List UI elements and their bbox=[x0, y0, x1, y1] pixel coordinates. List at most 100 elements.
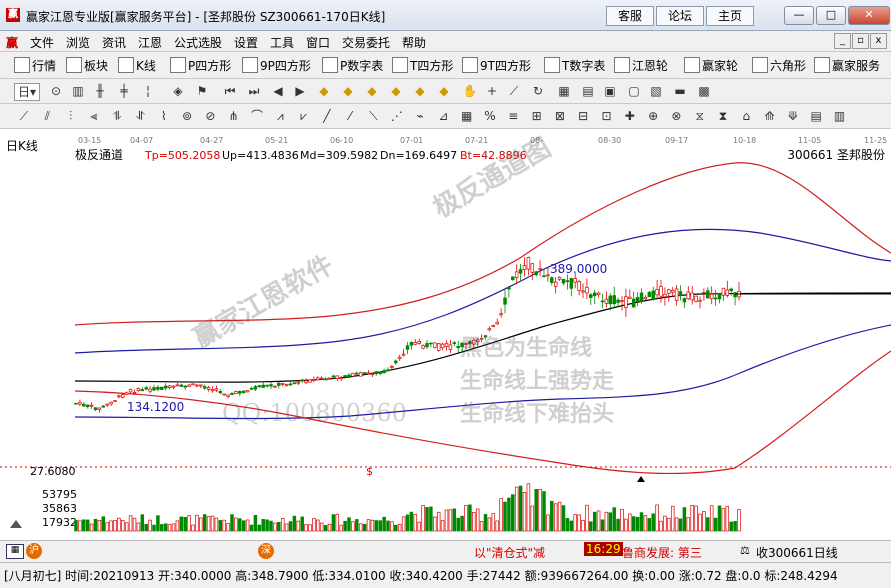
toolbar-hexagon-button[interactable]: 六角形 bbox=[752, 57, 806, 74]
candle-alt-icon[interactable]: ╪ bbox=[116, 83, 132, 99]
menu-window[interactable]: 窗口 bbox=[306, 34, 330, 51]
volume-scroll-up-icon[interactable] bbox=[10, 520, 22, 528]
first-icon[interactable]: ⏮ bbox=[222, 83, 238, 99]
draw-tool-icon[interactable]: ▦ bbox=[459, 108, 475, 124]
draw-tool-icon[interactable]: ⫶ bbox=[63, 108, 79, 124]
calc-icon[interactable]: ▣ bbox=[602, 83, 618, 99]
draw-tool-icon[interactable]: ⩗ bbox=[296, 108, 312, 124]
draw-tool-icon[interactable]: ⥯ bbox=[133, 108, 149, 124]
diamond-icon-4[interactable]: ◆ bbox=[388, 83, 404, 99]
diamond-icon-3[interactable]: ◆ bbox=[364, 83, 380, 99]
menu-gann[interactable]: 江恩 bbox=[138, 34, 162, 51]
flag-icon[interactable]: ⚑ bbox=[194, 83, 210, 99]
prev-icon[interactable]: ◀ bbox=[270, 83, 286, 99]
draw-tool-icon[interactable]: ▥ bbox=[832, 108, 848, 124]
menu-help[interactable]: 帮助 bbox=[402, 34, 426, 51]
minimize-button[interactable]: — bbox=[784, 6, 814, 25]
draw-tool-icon[interactable]: ✚ bbox=[622, 108, 638, 124]
toolbar-9ps-button[interactable]: 9P四方形 bbox=[242, 57, 311, 74]
draw-tool-icon[interactable]: ⁄ bbox=[342, 108, 358, 124]
draw-tool-icon[interactable]: ⊠ bbox=[552, 108, 568, 124]
menu-browse[interactable]: 浏览 bbox=[66, 34, 90, 51]
zoom-icon[interactable]: ⊙ bbox=[48, 83, 64, 99]
toolbar-pn-button[interactable]: P数字表 bbox=[322, 57, 383, 74]
draw-tool-icon[interactable]: % bbox=[482, 108, 498, 124]
table-icon[interactable]: ▦ bbox=[556, 83, 572, 99]
news-ticker[interactable]: 以"清仓式"减 bbox=[474, 544, 545, 561]
draw-tool-icon[interactable]: ⋰ bbox=[389, 108, 405, 124]
menu-formula-select[interactable]: 公式选股 bbox=[174, 34, 222, 51]
menu-trade[interactable]: 交易委托 bbox=[342, 34, 390, 51]
draw-tool-icon[interactable]: ⊟ bbox=[575, 108, 591, 124]
draw-tool-icon[interactable]: ╱ bbox=[319, 108, 335, 124]
menu-file[interactable]: 文件 bbox=[30, 34, 54, 51]
next-icon[interactable]: ▶ bbox=[292, 83, 308, 99]
diamond-icon-5[interactable]: ◆ bbox=[412, 83, 428, 99]
draw-tool-icon[interactable]: ⊞ bbox=[529, 108, 545, 124]
draw-tool-icon[interactable]: ⊿ bbox=[435, 108, 451, 124]
toolbar-grid-button[interactable]: 行情 bbox=[14, 57, 56, 74]
toolbar-ps-button[interactable]: P四方形 bbox=[170, 57, 231, 74]
close-button[interactable]: ✕ bbox=[848, 6, 890, 25]
draw-tool-icon[interactable]: ⧖ bbox=[692, 108, 708, 124]
draw-tool-icon[interactable]: ⌁ bbox=[412, 108, 428, 124]
draw-tool-icon[interactable]: ⫽ bbox=[39, 108, 55, 124]
crosshair-icon[interactable]: + bbox=[484, 83, 500, 99]
forum-link[interactable]: 论坛 bbox=[656, 6, 704, 26]
draw-tool-icon[interactable]: ≡ bbox=[505, 108, 521, 124]
candle-icon[interactable]: ╫ bbox=[92, 83, 108, 99]
truck-icon[interactable]: ▬ bbox=[672, 83, 688, 99]
draw-tool-icon[interactable]: ▤ bbox=[808, 108, 824, 124]
draw-tool-icon[interactable]: ⌒ bbox=[249, 108, 265, 124]
status-market-icon[interactable]: 沪 bbox=[26, 543, 42, 559]
maximize-button[interactable]: □ bbox=[816, 6, 846, 25]
mdi-close-button[interactable]: x bbox=[870, 33, 887, 49]
draw-tool-icon[interactable]: ⌂ bbox=[738, 108, 754, 124]
draw-tool-icon[interactable]: ⟍ bbox=[366, 108, 382, 124]
status-alert-icon[interactable]: 深 bbox=[258, 543, 274, 559]
mdi-restore-button[interactable]: ▫ bbox=[852, 33, 869, 49]
menu-tools[interactable]: 工具 bbox=[270, 34, 294, 51]
draw-tool-icon[interactable]: ⥮ bbox=[109, 108, 125, 124]
status-grid-icon[interactable]: ▦ bbox=[6, 544, 24, 559]
toolbar-yj-button[interactable]: 赢家轮 bbox=[684, 57, 738, 74]
draw-tool-icon[interactable]: ⊚ bbox=[179, 108, 195, 124]
toolbar-9ts-button[interactable]: 9T四方形 bbox=[462, 57, 531, 74]
toolbar-blocks-button[interactable]: 板块 bbox=[66, 57, 108, 74]
indicator-icon[interactable]: ◈ bbox=[170, 83, 186, 99]
toolbar-wheel-button[interactable]: 江恩轮 bbox=[614, 57, 668, 74]
mdi-minimize-button[interactable]: _ bbox=[834, 33, 851, 49]
draw-tool-icon[interactable]: ⟰ bbox=[762, 108, 778, 124]
service-link[interactable]: 客服 bbox=[606, 6, 654, 26]
toolbar-ts-button[interactable]: T四方形 bbox=[392, 57, 453, 74]
draw-tool-icon[interactable]: ⧗ bbox=[715, 108, 731, 124]
draw-tool-icon[interactable]: ⌇ bbox=[156, 108, 172, 124]
last-icon[interactable]: ⏭ bbox=[246, 83, 262, 99]
layout-icon[interactable]: ▧ bbox=[648, 83, 664, 99]
draw-tool-icon[interactable]: ⊡ bbox=[599, 108, 615, 124]
window-icon[interactable]: ▢ bbox=[626, 83, 642, 99]
diamond-icon-1[interactable]: ◆ bbox=[316, 83, 332, 99]
diamond-icon-6[interactable]: ◆ bbox=[436, 83, 452, 99]
hand-icon[interactable]: ✋ bbox=[462, 83, 478, 99]
diamond-icon-2[interactable]: ◆ bbox=[340, 83, 356, 99]
report-icon[interactable]: ▤ bbox=[580, 83, 596, 99]
ohlc-icon[interactable]: ¦ bbox=[140, 83, 156, 99]
draw-tool-icon[interactable]: ⊗ bbox=[668, 108, 684, 124]
menu-settings[interactable]: 设置 bbox=[234, 34, 258, 51]
draw-tool-icon[interactable]: ⟋ bbox=[16, 108, 32, 124]
home-link[interactable]: 主页 bbox=[706, 6, 754, 26]
refresh-icon[interactable]: ↻ bbox=[530, 83, 546, 99]
kline-chart[interactable]: 03-15 04-07 04-27 05-21 06-10 07-01 07-21 08- 08… bbox=[0, 132, 891, 539]
toolbar-tn-button[interactable]: T数字表 bbox=[544, 57, 605, 74]
menu-news[interactable]: 资讯 bbox=[102, 34, 126, 51]
draw-tool-icon[interactable]: ⋔ bbox=[226, 108, 242, 124]
stack-icon[interactable]: ▩ bbox=[696, 83, 712, 99]
draw-tool-icon[interactable]: ⩘ bbox=[272, 108, 288, 124]
draw-tool-icon[interactable]: ⟱ bbox=[785, 108, 801, 124]
toolbar-candles-button[interactable]: K线 bbox=[118, 57, 156, 74]
toolbar-money-button[interactable]: 赢家服务 bbox=[814, 57, 880, 74]
period-select[interactable]: 日▾ bbox=[14, 83, 40, 101]
draw-tool-icon[interactable]: ⊘ bbox=[202, 108, 218, 124]
trend-icon[interactable]: ⟋ bbox=[506, 83, 522, 99]
